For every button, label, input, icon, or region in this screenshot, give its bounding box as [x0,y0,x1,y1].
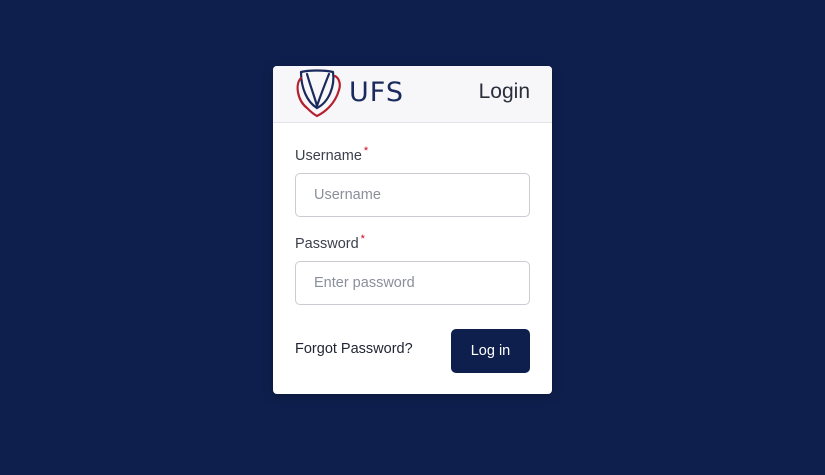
page-title: Login [478,80,530,103]
login-card: UFS Login Username* Password* Forgot Pas… [273,66,552,394]
username-label: Username * [295,145,369,164]
brand-name: UFS [349,77,404,108]
ufs-shield-logo-icon [296,69,341,118]
password-label: Password * [295,233,365,252]
username-label-text: Username [295,148,362,164]
password-required-mark: * [360,233,365,245]
password-input[interactable] [295,261,530,305]
login-button[interactable]: Log in [451,329,530,373]
forgot-password-link[interactable]: Forgot Password? [295,341,413,357]
ufs-logo: UFS [295,68,413,120]
password-label-text: Password [295,236,359,252]
card-header: UFS Login [273,66,552,123]
username-input[interactable] [295,173,530,217]
username-required-mark: * [363,145,369,157]
